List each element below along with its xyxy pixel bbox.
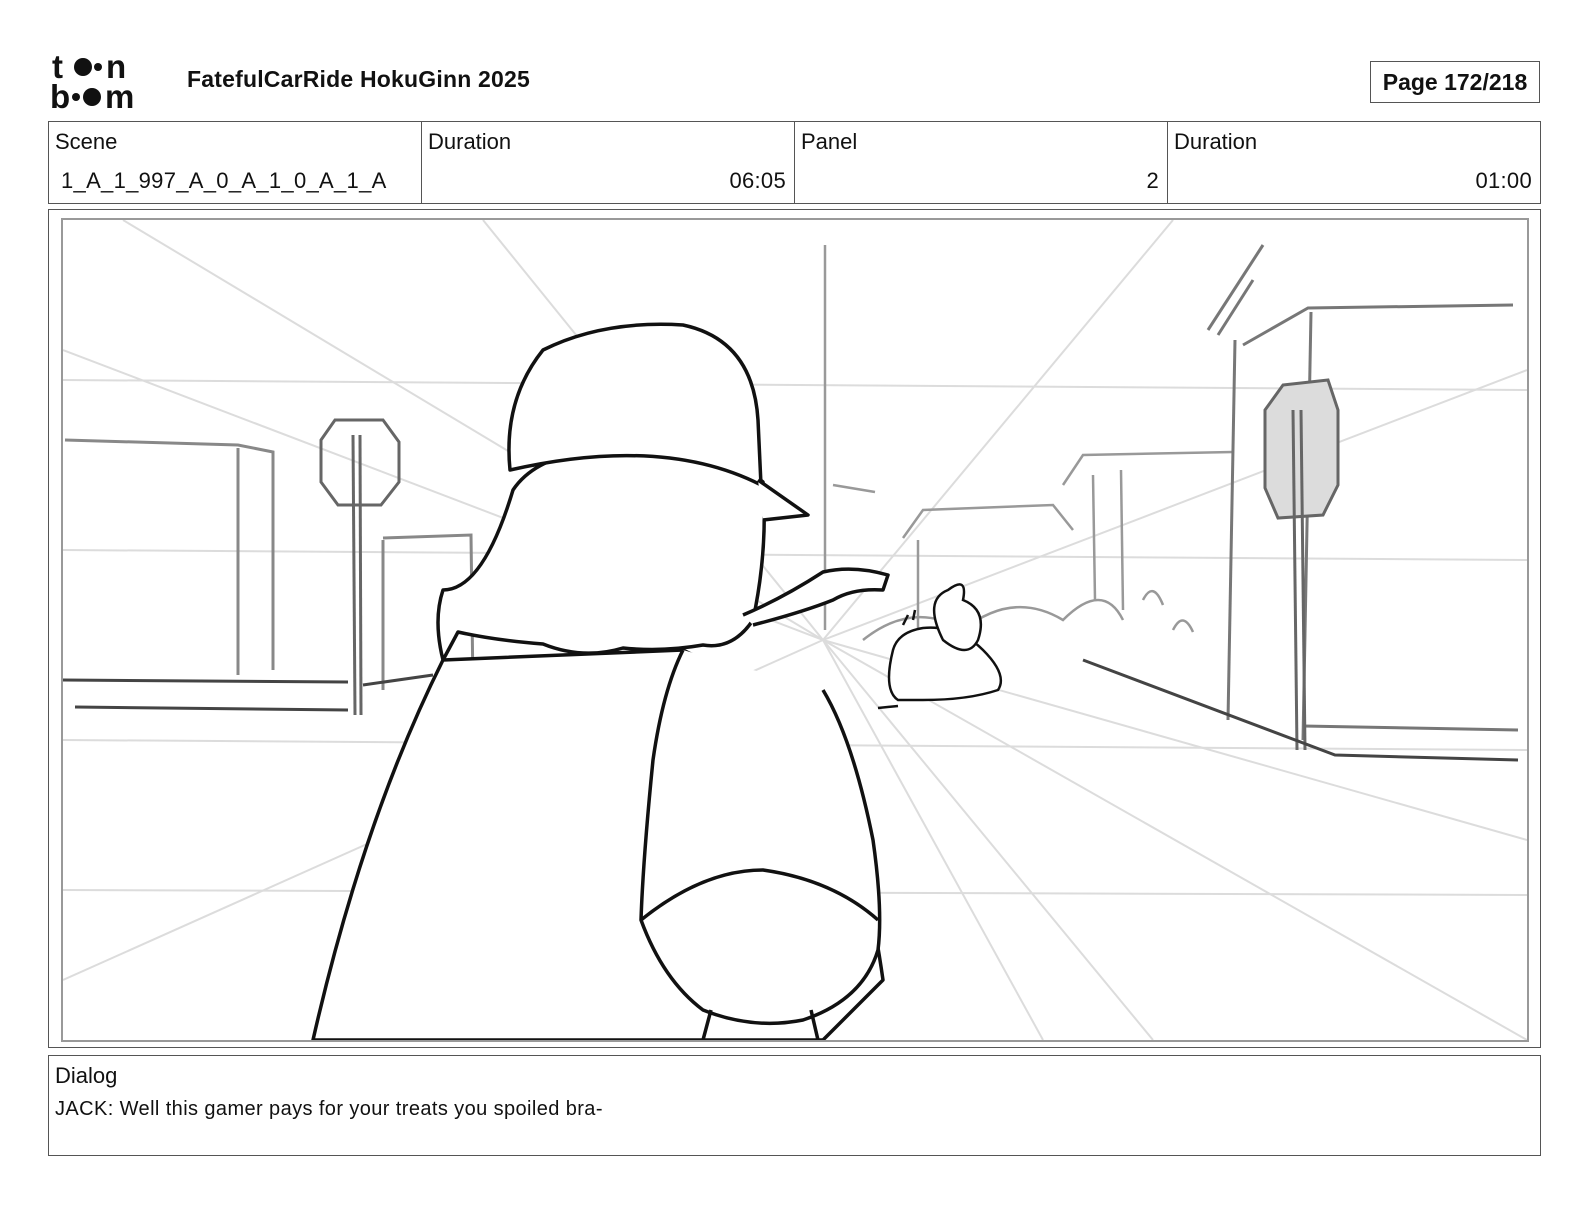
scene-value: 1_A_1_997_A_0_A_1_0_A_1_A [61, 168, 387, 193]
scene-duration-value: 06:05 [729, 168, 786, 193]
scene-info-table: Scene 1_A_1_997_A_0_A_1_0_A_1_A Duration… [48, 121, 1541, 204]
panel-label: Panel [801, 129, 858, 154]
panel-drawing-area [61, 218, 1529, 1042]
storyboard-panel [48, 209, 1541, 1048]
dialog-label: Dialog [55, 1063, 118, 1088]
svg-text:b: b [50, 78, 70, 112]
panel-duration-label: Duration [1174, 129, 1258, 154]
panel-duration-value: 01:00 [1475, 168, 1532, 193]
storyboard-sketch [63, 220, 1527, 1040]
dialog-text: JACK: Well this gamer pays for your trea… [55, 1098, 603, 1120]
project-title: FatefulCarRide HokuGinn 2025 [187, 66, 531, 92]
toonboom-logo: t n b m [50, 50, 134, 112]
panel-cell: Panel 2 [795, 122, 1168, 203]
scene-cell: Scene 1_A_1_997_A_0_A_1_0_A_1_A [49, 122, 422, 203]
scene-duration-label: Duration [428, 129, 512, 154]
svg-text:m: m [105, 78, 134, 112]
page-number: Page 172/218 [1370, 61, 1540, 103]
scene-duration-cell: Duration 06:05 [422, 122, 795, 203]
panel-duration-cell: Duration 01:00 [1168, 122, 1540, 203]
dialog-box: Dialog JACK: Well this gamer pays for yo… [48, 1055, 1541, 1156]
panel-value: 2 [1146, 168, 1159, 193]
scene-label: Scene [55, 129, 118, 154]
